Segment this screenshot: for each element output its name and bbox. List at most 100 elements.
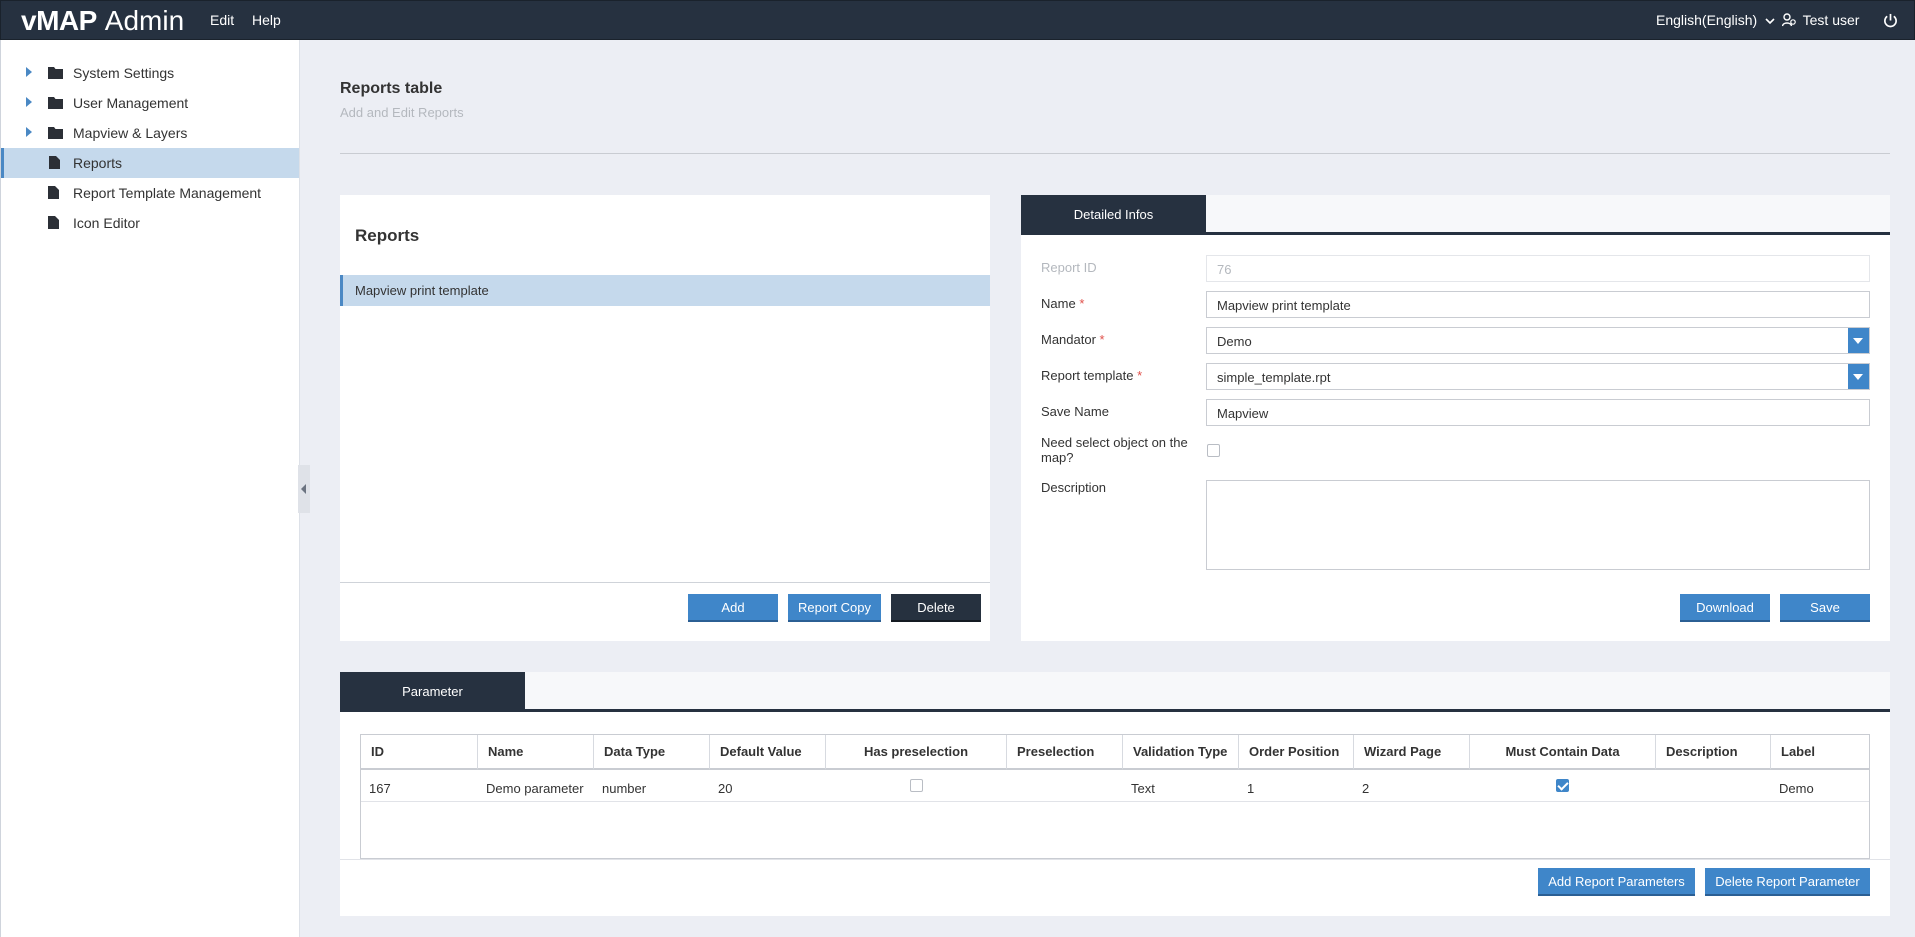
reports-panel: Reports Mapview print template Add Repor… (340, 195, 990, 641)
sidebar-item-reports[interactable]: Reports (1, 148, 299, 178)
chevron-down-icon (1765, 18, 1775, 25)
cell-name: Demo parameter (478, 771, 594, 802)
divider (340, 582, 990, 583)
reports-panel-title: Reports (355, 226, 420, 245)
delete-report-parameter-button[interactable]: Delete Report Parameter (1705, 868, 1870, 896)
save-name-field[interactable]: Mapview (1206, 399, 1870, 426)
report-copy-button[interactable]: Report Copy (788, 594, 881, 622)
parameter-panel: Parameter ID Name Data Type Default Valu… (340, 672, 1890, 916)
name-label: Name * (1041, 296, 1084, 311)
report-id-field: 76 (1206, 255, 1870, 282)
user-name: Test user (1802, 12, 1860, 28)
language-selector[interactable]: English(English) (1656, 12, 1775, 28)
menu-help[interactable]: Help (252, 12, 281, 28)
parameter-table: ID Name Data Type Default Value Has pres… (360, 734, 1870, 859)
divider (340, 859, 1890, 860)
file-icon (48, 216, 59, 229)
cell-id: 167 (361, 771, 478, 802)
sidebar-item-icon-editor[interactable]: Icon Editor (1, 208, 299, 238)
user-icon (1781, 13, 1796, 27)
folder-icon (48, 67, 63, 79)
page-subtitle: Add and Edit Reports (340, 105, 464, 120)
column-header[interactable]: ID (361, 735, 478, 770)
parameter-tabbar: Parameter (340, 672, 1890, 712)
tab-parameter[interactable]: Parameter (340, 672, 525, 712)
save-name-label: Save Name (1041, 404, 1109, 419)
sidebar-collapse-handle[interactable] (298, 465, 310, 513)
cell-preselection (1007, 771, 1123, 802)
column-header[interactable]: Preselection (1007, 735, 1123, 770)
dropdown-arrow-icon[interactable] (1848, 328, 1869, 353)
list-item[interactable]: Mapview print template (340, 275, 990, 306)
need-select-label-line2: map? (1041, 450, 1074, 465)
cell-description (1656, 771, 1771, 802)
download-button[interactable]: Download (1680, 594, 1770, 622)
sidebar-item-label: Mapview & Layers (73, 125, 188, 141)
column-header[interactable]: Default Value (710, 735, 826, 770)
column-header[interactable]: Has preselection (826, 735, 1007, 770)
need-select-label: Need select object on the map? (1041, 435, 1188, 465)
sidebar-item-report-template-management[interactable]: Report Template Management (1, 178, 299, 208)
name-field[interactable]: Mapview print template (1206, 291, 1870, 318)
column-header[interactable]: Data Type (594, 735, 710, 770)
expand-arrow-icon[interactable] (26, 97, 32, 107)
sidebar-item-mapview-layers[interactable]: Mapview & Layers (1, 118, 299, 148)
details-tabbar: Detailed Infos (1021, 195, 1890, 235)
column-header[interactable]: Must Contain Data (1470, 735, 1656, 770)
description-label: Description (1041, 480, 1107, 495)
delete-button[interactable]: Delete (891, 594, 981, 622)
column-header[interactable]: Wizard Page (1354, 735, 1470, 770)
report-template-label: Report template * (1041, 368, 1142, 383)
cell-validation-type: Text (1123, 771, 1239, 802)
must-contain-data-checkbox[interactable] (1556, 779, 1569, 792)
has-preselection-checkbox[interactable] (910, 779, 923, 792)
language-label: English(English) (1656, 12, 1758, 28)
required-marker: * (1099, 332, 1105, 347)
user-menu[interactable]: Test user (1781, 12, 1860, 28)
required-marker: * (1079, 296, 1085, 311)
sidebar-item-user-management[interactable]: User Management (1, 88, 299, 118)
file-icon (48, 186, 59, 199)
report-item-label: Mapview print template (355, 283, 489, 298)
column-header[interactable]: Name (478, 735, 594, 770)
sidebar-item-system-settings[interactable]: System Settings (1, 58, 299, 88)
tab-detailed-infos[interactable]: Detailed Infos (1021, 195, 1206, 235)
expand-arrow-icon[interactable] (26, 67, 32, 77)
add-report-parameters-button[interactable]: Add Report Parameters (1538, 868, 1695, 896)
need-select-checkbox[interactable] (1207, 444, 1220, 457)
brand-strong: vMAP (21, 5, 97, 36)
description-textarea[interactable] (1206, 480, 1870, 570)
save-button[interactable]: Save (1780, 594, 1870, 622)
details-panel: Detailed Infos Report ID 76 Name * Mapvi… (1021, 195, 1890, 641)
folder-icon (48, 97, 63, 109)
app-logo[interactable]: vMAP Admin (21, 5, 184, 37)
expand-arrow-icon[interactable] (26, 127, 32, 137)
menu-edit[interactable]: Edit (210, 12, 234, 28)
add-button[interactable]: Add (688, 594, 778, 622)
column-header[interactable]: Description (1656, 735, 1771, 770)
cell-data-type: number (594, 771, 710, 802)
column-header[interactable]: Label (1771, 735, 1869, 770)
sidebar-item-label: Report Template Management (73, 185, 262, 201)
report-id-label: Report ID (1041, 260, 1097, 275)
file-icon (49, 156, 60, 169)
required-marker: * (1137, 368, 1143, 383)
page-title: Reports table (340, 80, 443, 97)
cell-label: Demo (1771, 771, 1869, 802)
cell-default-value: 20 (710, 771, 826, 802)
mandator-label-text: Mandator (1041, 332, 1096, 347)
divider (340, 153, 1890, 154)
sidebar-item-label: Reports (73, 155, 123, 171)
column-header[interactable]: Validation Type (1123, 735, 1239, 770)
report-template-select[interactable]: simple_template.rpt (1206, 363, 1870, 390)
dropdown-arrow-icon[interactable] (1848, 364, 1869, 389)
column-header[interactable]: Order Position (1239, 735, 1354, 770)
mandator-select[interactable]: Demo (1206, 327, 1870, 354)
brand-rest: Admin (104, 5, 185, 36)
power-icon[interactable] (1883, 13, 1898, 28)
sidebar-item-label: User Management (73, 95, 189, 111)
name-label-text: Name (1041, 296, 1076, 311)
need-select-label-line1: Need select object on the (1041, 435, 1188, 450)
folder-icon (48, 127, 63, 139)
sidebar-item-label: System Settings (73, 65, 175, 81)
